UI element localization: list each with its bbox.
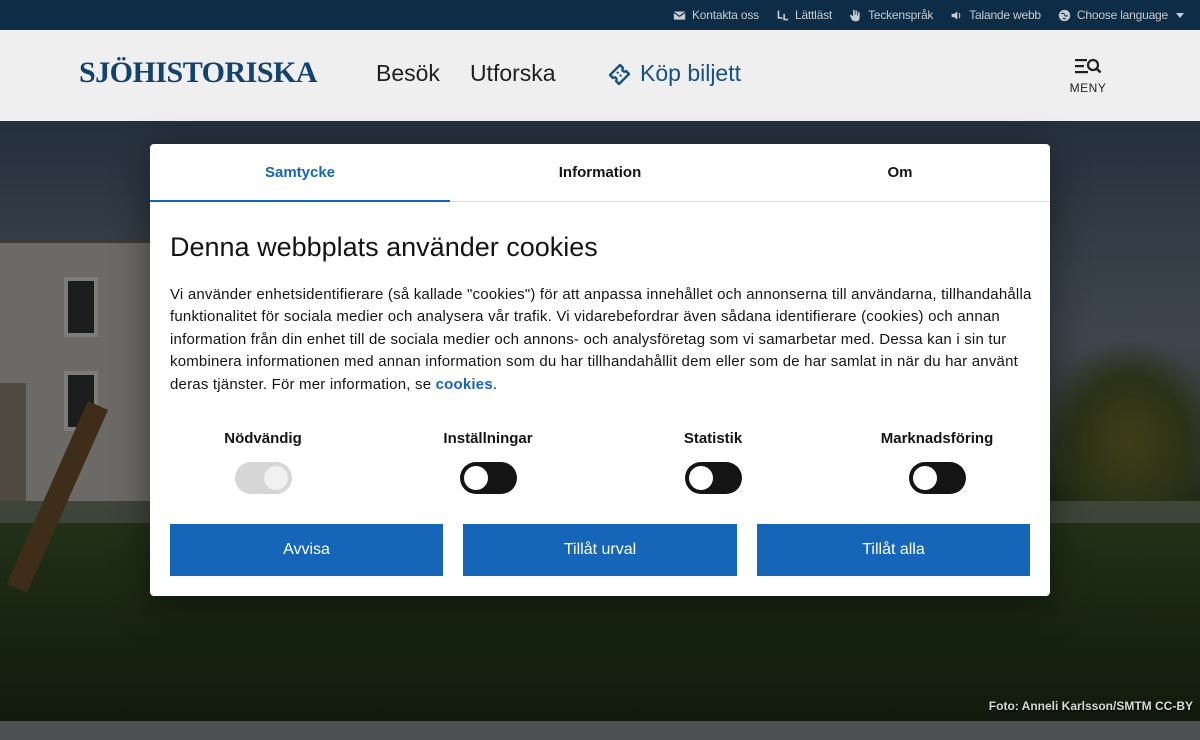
toggle-preferences[interactable] bbox=[459, 462, 517, 494]
menu-label: MENY bbox=[1069, 81, 1107, 95]
cookie-consent-dialog: Samtycke Information Om Denna webbplats … bbox=[150, 144, 1050, 596]
toggle-marketing[interactable] bbox=[908, 462, 966, 494]
ticket-icon bbox=[608, 63, 631, 85]
contact-link[interactable]: Kontakta oss bbox=[673, 8, 759, 22]
dialog-body-end: . bbox=[492, 375, 498, 393]
allow-all-button[interactable]: Tillåt alla bbox=[757, 524, 1030, 576]
toggle-knob bbox=[912, 466, 937, 490]
sign-language-label: Teckenspråk bbox=[868, 8, 934, 22]
site-header: SJÖHISTORISKA Besök Utforska Köp biljett… bbox=[0, 30, 1200, 121]
main-nav: Besök Utforska bbox=[376, 60, 556, 87]
reject-button[interactable]: Avvisa bbox=[170, 524, 443, 576]
toggle-knob bbox=[688, 466, 713, 490]
buy-ticket-label: Köp biljett bbox=[640, 60, 742, 86]
toggle-label-statistics: Statistik bbox=[683, 430, 743, 447]
site-logo[interactable]: SJÖHISTORISKA bbox=[79, 56, 318, 90]
footer-strip bbox=[0, 721, 1200, 740]
dialog-body-text: Vi använder enhetsidentifierare (så kall… bbox=[170, 286, 1032, 393]
menu-button[interactable]: MENY bbox=[1066, 56, 1110, 95]
buy-ticket-link[interactable]: Köp biljett bbox=[606, 60, 741, 87]
easy-read-icon bbox=[777, 10, 789, 20]
contact-label: Kontakta oss bbox=[691, 8, 759, 22]
talking-web-link[interactable]: Talande webb bbox=[950, 8, 1041, 22]
toggle-necessary bbox=[234, 462, 292, 494]
globe-icon bbox=[1058, 9, 1071, 21]
toggle-group-marketing: Marknadsföring bbox=[872, 430, 1002, 494]
talking-web-label: Talande webb bbox=[969, 8, 1041, 22]
tab-information[interactable]: Information bbox=[450, 144, 750, 201]
toggle-group-preferences: Inställningar bbox=[438, 430, 538, 494]
nav-link-visit[interactable]: Besök bbox=[376, 60, 440, 87]
toggle-label-preferences: Inställningar bbox=[443, 430, 533, 447]
nav-link-explore[interactable]: Utforska bbox=[470, 60, 556, 87]
dialog-title: Denna webbplats använder cookies bbox=[170, 232, 598, 262]
toggle-label-marketing: Marknadsföring bbox=[880, 430, 994, 447]
easy-read-label: Lättläst bbox=[794, 8, 833, 22]
utility-links: Kontakta oss Lättläst Teckenspråk Taland… bbox=[673, 0, 1184, 30]
easy-read-link[interactable]: Lättläst bbox=[776, 8, 832, 22]
sign-language-icon bbox=[849, 9, 860, 21]
toggle-knob bbox=[263, 466, 288, 490]
sign-language-link[interactable]: Teckenspråk bbox=[849, 8, 933, 22]
dialog-body: Vi använder enhetsidentifierare (så kall… bbox=[170, 284, 1036, 396]
utility-bar: Kontakta oss Lättläst Teckenspråk Taland… bbox=[0, 0, 1200, 30]
menu-search-icon bbox=[1075, 58, 1102, 74]
mail-icon bbox=[673, 10, 686, 20]
tab-consent[interactable]: Samtycke bbox=[150, 144, 450, 202]
toggle-knob bbox=[463, 466, 488, 490]
toggle-statistics[interactable] bbox=[684, 462, 742, 494]
speaker-icon bbox=[951, 10, 961, 20]
photo-credit: Foto: Anneli Karlsson/SMTM CC-BY bbox=[988, 699, 1193, 713]
tab-about[interactable]: Om bbox=[750, 144, 1050, 201]
chevron-down-icon bbox=[1176, 12, 1184, 18]
language-selector[interactable]: Choose language bbox=[1058, 8, 1184, 22]
language-label: Choose language bbox=[1076, 8, 1168, 22]
toggle-group-necessary: Nödvändig bbox=[223, 430, 303, 494]
dialog-tabs: Samtycke Information Om bbox=[150, 144, 1050, 202]
allow-selection-button[interactable]: Tillåt urval bbox=[463, 524, 737, 576]
toggle-label-necessary: Nödvändig bbox=[224, 430, 302, 447]
toggle-group-statistics: Statistik bbox=[673, 430, 753, 494]
cookies-link[interactable]: cookies bbox=[436, 376, 493, 393]
